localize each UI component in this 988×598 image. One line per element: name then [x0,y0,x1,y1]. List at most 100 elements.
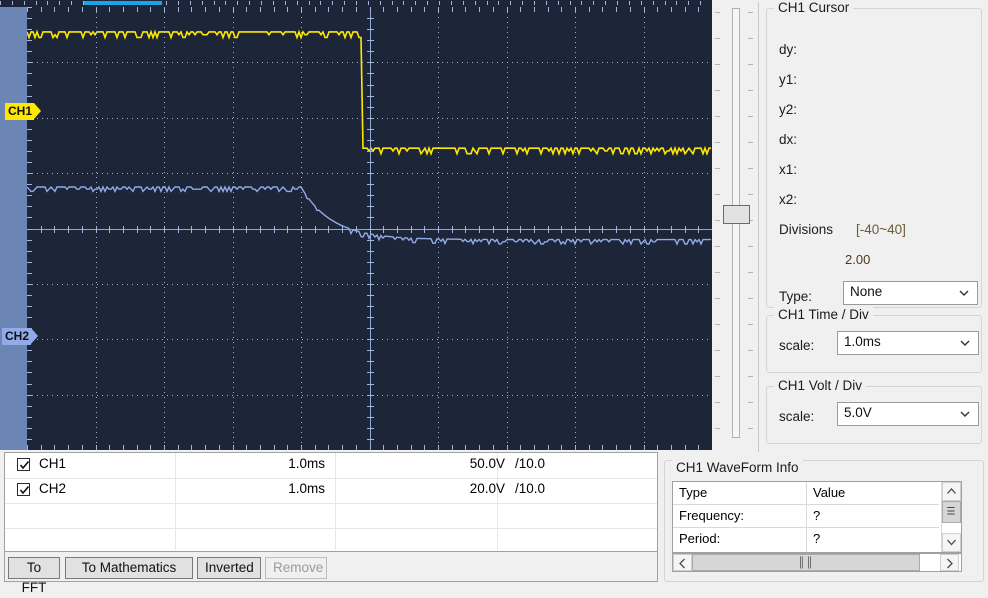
axis-tick-edge [27,129,32,130]
inverted-button[interactable]: Inverted [197,557,261,579]
axis-tick [82,226,83,233]
axis-tick-edge [342,445,343,450]
time-scale-select[interactable]: 1.0ms [837,331,979,355]
axis-tick-edge [27,240,32,241]
axis-tick-edge [27,350,32,351]
axis-tick [367,129,374,130]
axis-tick-edge [54,445,55,450]
axis-tick [246,226,247,233]
scrollbar-tick [380,1,381,5]
axis-tick-edge [589,7,590,12]
axis-tick-edge [150,7,151,12]
axis-tick [367,62,374,63]
scrollbar-thumb[interactable]: ║║ [692,554,920,571]
axis-tick [367,217,374,218]
cursor-dy-label: dy: [779,42,798,57]
volt-scale-select[interactable]: 5.0V [837,402,979,426]
oscilloscope-app: CH1 CH2 CH1 Cursor dy: y1: y2: dx: x1: x… [0,0,988,595]
thumb-grip-icon: ║║ [797,557,815,568]
axis-tick [367,140,374,141]
axis-tick [367,328,374,329]
axis-tick [367,417,374,418]
axis-tick [383,226,384,233]
table-row[interactable]: CH2 1.0ms 20.0V /10.0 [5,478,657,504]
info-horizontal-scrollbar[interactable]: ║║ [672,553,962,572]
table-row-empty[interactable] [5,503,657,529]
axis-tick-edge [534,7,535,12]
table-row[interactable]: Period: ? [673,528,939,551]
scrollbar-thumb[interactable]: ☰ [942,501,961,523]
axis-tick [68,226,69,233]
channel-table[interactable]: CH1 1.0ms 50.0V /10.0 CH2 1.0ms 20.0V /1… [5,453,657,550]
axis-tick [367,18,374,19]
scrollbar-thumb[interactable] [84,1,162,5]
cursor-y1-label: y1: [779,72,798,87]
axis-tick-edge [27,195,32,196]
axis-tick [367,372,374,373]
axis-tick-edge [178,7,179,12]
axis-tick-edge [27,173,32,174]
table-row[interactable]: Frequency: ? [673,505,939,528]
frequency-value: ? [813,508,821,523]
axis-tick-edge [178,445,179,450]
axis-tick-edge [27,262,32,263]
axis-tick [367,339,374,340]
axis-tick [561,226,562,233]
slider-tick [748,376,753,377]
axis-tick [367,118,374,119]
axis-tick [178,226,179,233]
ch1-channel-marker[interactable]: CH1 [5,103,42,120]
ch2-channel-marker[interactable]: CH2 [2,328,39,345]
cursor-type-select[interactable]: None [843,281,978,305]
to-fft-button[interactable]: To FFT [8,557,60,595]
axis-tick-edge [493,7,494,12]
table-row[interactable]: CH1 1.0ms 50.0V /10.0 [5,453,657,479]
axis-tick-edge [507,445,508,450]
axis-tick-edge [274,7,275,12]
axis-tick-edge [246,445,247,450]
axis-tick-edge [616,7,617,12]
panel-divider [758,2,759,452]
scope-grid-area[interactable] [27,7,712,450]
axis-tick-edge [465,7,466,12]
info-vertical-scrollbar[interactable]: ☰ [941,482,961,552]
scroll-right-button[interactable] [940,554,959,571]
axis-tick [150,226,151,233]
axis-tick-edge [137,445,138,450]
col-header-type: Type [679,485,708,500]
ch1-cursor-group: CH1 Cursor dy: y1: y2: dx: x1: x2: Divis… [766,0,982,308]
scroll-left-button[interactable] [673,554,692,571]
axis-tick [367,306,374,307]
axis-tick-edge [260,7,261,12]
to-mathematics-button[interactable]: To Mathematics [65,557,193,579]
scrollbar-tick [368,1,369,5]
slider-thumb[interactable] [723,205,750,224]
scrollbar-tick [178,1,179,5]
axis-tick [367,350,374,351]
scrollbar-tick [237,1,238,5]
slider-tick [715,38,720,39]
axis-tick [548,226,549,233]
ch2-enable-checkbox[interactable] [17,483,30,496]
scope-horizontal-scrollbar[interactable] [0,0,713,7]
axis-tick-edge [27,417,32,418]
vertical-position-slider[interactable] [712,0,759,450]
ch1-enable-checkbox[interactable] [17,458,30,471]
table-header-row: Type Value [673,482,939,505]
axis-tick-edge [383,445,384,450]
axis-tick-edge [548,445,549,450]
scrollbar-tick [344,1,345,5]
table-row-empty[interactable] [5,528,657,553]
scroll-up-button[interactable] [942,482,961,501]
axis-tick-edge [27,384,32,385]
cursor-y2-label: y2: [779,102,798,117]
axis-tick-edge [27,284,32,285]
scrollbar-tick [214,1,215,5]
chevron-down-icon [960,411,970,417]
axis-tick [589,226,590,233]
chevron-down-icon [959,290,969,296]
waveform-info-table[interactable]: Type Value Frequency: ? Period: ? ☰ [672,481,962,553]
ch1-row-ratio: /10.0 [515,456,546,471]
axis-tick [575,226,576,233]
scroll-down-button[interactable] [942,533,961,552]
